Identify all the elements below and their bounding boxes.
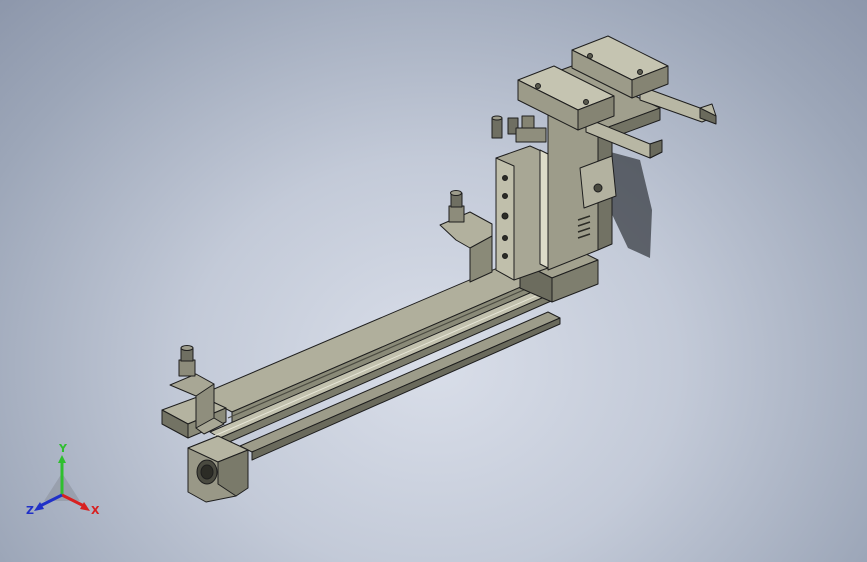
cylinder-bolt-4 [502, 235, 508, 241]
air-fitting-1-top [491, 115, 503, 121]
slide-cylinder-rail [539, 149, 549, 269]
cylinder-bolt-5 [502, 253, 508, 259]
guide-block-back-bolt-2 [637, 69, 643, 75]
y-axis-arrow-icon [58, 455, 66, 463]
x-axis-label: X [91, 504, 100, 517]
guide-block-front-bolt-1 [535, 83, 541, 89]
top-cylinder-cap[interactable] [515, 127, 547, 143]
y-axis-label: Y [59, 442, 67, 455]
middle-stud-top [450, 190, 462, 196]
side-cylinder-port [593, 183, 603, 193]
cylinder-bolt-2 [502, 193, 508, 199]
cad-viewport[interactable] [0, 0, 867, 562]
end-cap-bore-inner [200, 464, 214, 480]
left-stud-base[interactable] [178, 359, 196, 377]
z-axis-label: Z [26, 504, 34, 517]
rail-highlight [213, 288, 553, 437]
middle-stud-base[interactable] [448, 205, 465, 223]
guide-rail-front-end [649, 139, 663, 159]
left-stud-top [180, 345, 194, 351]
assembly-model[interactable] [161, 35, 717, 503]
guide-block-back-bolt-1 [587, 53, 593, 59]
cylinder-bolt-1 [502, 175, 508, 181]
cylinder-bolt-3 [501, 212, 509, 220]
view-orientation-triad[interactable]: Y X Z [22, 442, 110, 525]
air-fitting-1[interactable] [491, 117, 503, 139]
guide-block-front-bolt-2 [583, 99, 589, 105]
